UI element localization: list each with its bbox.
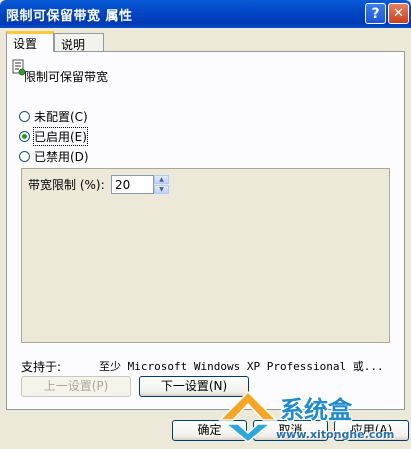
close-button[interactable]: ✕: [388, 3, 409, 24]
supported-on-value: 至少 Microsoft Windows XP Professional 或..…: [99, 360, 384, 373]
bandwidth-spinner[interactable]: ▲ ▼: [154, 175, 169, 194]
radio-enabled[interactable]: 已启用(E): [19, 126, 88, 146]
tab-settings[interactable]: 设置: [6, 31, 54, 52]
watermark-text: 系统盒: [280, 395, 352, 424]
spin-down-icon[interactable]: ▼: [154, 185, 169, 194]
radio-not-configured[interactable]: 未配置(C): [19, 108, 88, 124]
options-box: [21, 168, 390, 343]
policy-name: 限制可保留带宽: [24, 70, 109, 84]
watermark: 系统盒 www.xitonghe.com: [218, 390, 408, 445]
radio-button[interactable]: [19, 130, 30, 142]
title-bar[interactable]: 限制可保留带宽 属性 ? ✕: [0, 0, 411, 28]
help-button[interactable]: ?: [365, 3, 386, 24]
window-title: 限制可保留带宽 属性: [6, 9, 133, 24]
tab-explain[interactable]: 说明: [54, 33, 104, 52]
radio-button[interactable]: [19, 150, 30, 162]
previous-setting-button[interactable]: 上一设置(P): [21, 376, 131, 397]
radio-button[interactable]: [19, 110, 30, 122]
radio-label: 已禁用(D): [34, 149, 89, 164]
supported-on-label: 支持于:: [21, 360, 62, 374]
watermark-logo-icon: [218, 390, 278, 443]
properties-dialog: 限制可保留带宽 属性 ? ✕ 设置 说明 限制可保留带宽 未配置(C) 已启用(…: [0, 0, 411, 449]
radio-label: 未配置(C): [34, 109, 88, 124]
watermark-url: www.xitonghe.com: [276, 428, 395, 441]
radio-disabled[interactable]: 已禁用(D): [19, 148, 89, 164]
spin-up-icon[interactable]: ▲: [154, 175, 169, 184]
radio-label: 已启用(E): [33, 126, 88, 146]
bandwidth-label: 带宽限制 (%):: [28, 178, 105, 192]
bandwidth-input[interactable]: [111, 175, 154, 194]
